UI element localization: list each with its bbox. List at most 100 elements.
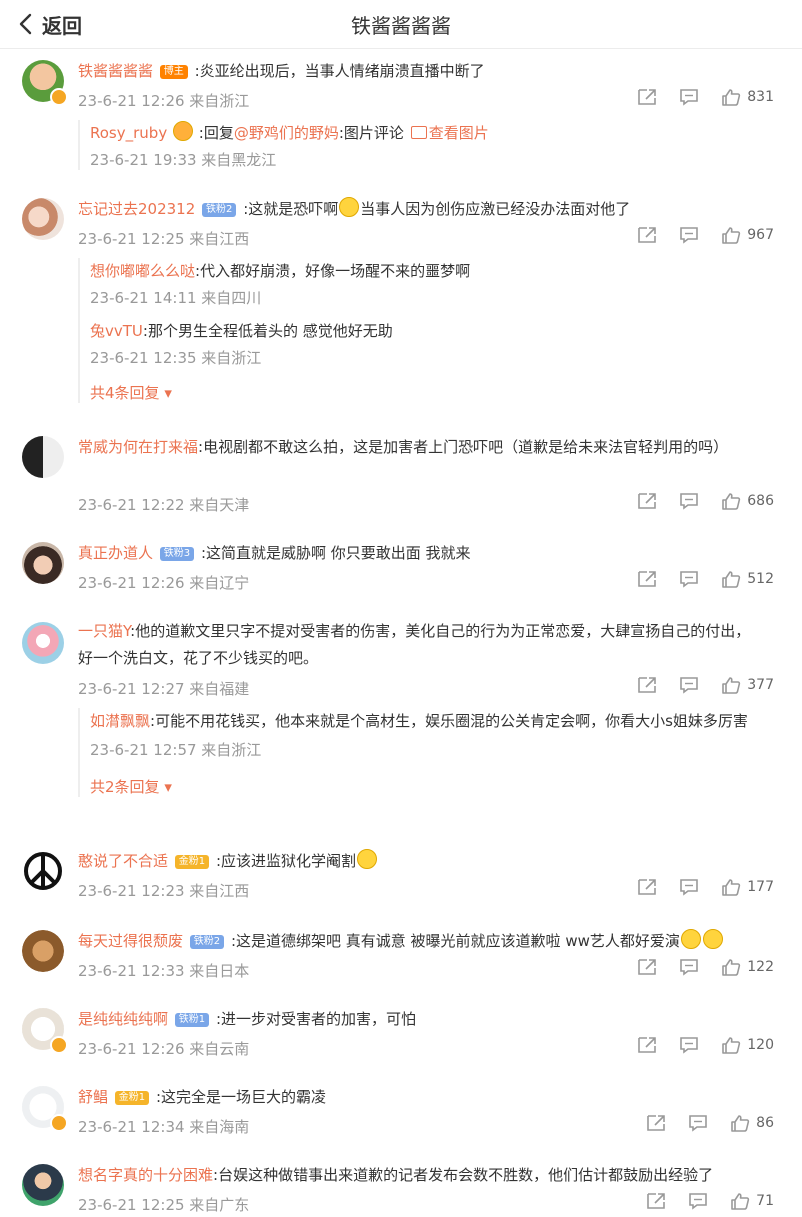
like-button[interactable]: 71 [730, 1192, 774, 1210]
reply-author[interactable]: 想你嘟嘟么么哒 [90, 262, 195, 280]
comment-actions: 120 [615, 1036, 774, 1054]
comment-icon [689, 1193, 707, 1210]
reply-text: :可能不用花钱买，他本来就是个高材生，娱乐圈混的公关肯定会啊，你看大小s姐妹多厉… [150, 712, 748, 730]
reply-button[interactable] [679, 1036, 699, 1054]
like-count: 377 [747, 677, 774, 693]
reply-author[interactable]: Rosy_ruby [90, 124, 167, 142]
avatar[interactable] [22, 1164, 64, 1206]
share-button[interactable] [637, 878, 657, 896]
reply-button[interactable] [688, 1114, 708, 1132]
mention-link[interactable]: @野鸡们的野妈 [234, 124, 339, 142]
like-button[interactable]: 512 [721, 570, 774, 588]
caret-down-icon: ▾ [159, 778, 172, 796]
avatar[interactable] [22, 930, 64, 972]
comment-text: 当事人因为创伤应激已经没办法面对他了 [360, 200, 631, 218]
like-button[interactable]: 122 [721, 958, 774, 976]
comment-text: :这是道德绑架吧 真有诚意 被曝光前就应该道歉啦 ww艺人都好爱演 [230, 932, 680, 950]
thumbs-up-icon [722, 677, 741, 694]
thinking-emoji-icon [357, 849, 378, 869]
peace-sign-icon [22, 850, 64, 892]
reply-text: :回复 [198, 124, 234, 142]
fan-badge: 铁粉3 [159, 547, 195, 561]
avatar[interactable] [22, 436, 64, 478]
comment-meta: 23-6-21 12:34 来自海南 [78, 1118, 250, 1136]
commenter-name[interactable]: 是纯纯纯纯啊 [78, 1010, 168, 1028]
fan-crown-icon [172, 121, 193, 141]
comment-icon [680, 493, 699, 510]
like-button[interactable]: 686 [721, 492, 774, 510]
share-button[interactable] [646, 1192, 666, 1210]
commenter-name[interactable]: 常威为何在打来福 [78, 438, 198, 456]
comment-icon [680, 227, 699, 244]
comment-text: :进一步对受害者的加害，可怕 [215, 1010, 417, 1028]
comment-text-line: 每天过得很颓废 铁粉2 :这是道德绑架吧 真有诚意 被曝光前就应该道歉啦 ww艺… [78, 928, 762, 955]
thumbs-up-icon [722, 959, 741, 976]
like-count: 831 [747, 89, 774, 105]
image-icon [410, 126, 427, 139]
reply-list: 如潸飘飘:可能不用花钱买，他本来就是个高材生，娱乐圈混的公关肯定会啊，你看大小s… [78, 708, 780, 797]
more-replies-label: 共4条回复 [90, 384, 160, 402]
comment-item: 铁酱酱酱酱 博主 :炎亚纶出现后，当事人情绪崩溃直播中断了 23-6-21 12… [0, 56, 802, 182]
comment-item: 憨说了不合适 金粉1 :应该进监狱化学阉割 23-6-21 12:23 来自江西… [0, 846, 802, 910]
like-button[interactable]: 831 [721, 88, 774, 106]
top-bar: 返回 铁酱酱酱酱 [0, 0, 802, 49]
like-button[interactable]: 967 [721, 226, 774, 244]
reply-button[interactable] [688, 1192, 708, 1210]
comment-text: :台娱这种做错事出来道歉的记者发布会数不胜数，他们估计都鼓励出经验了 [213, 1166, 714, 1184]
comment-text-line: 想名字真的十分困难:台娱这种做错事出来道歉的记者发布会数不胜数，他们估计都鼓励出… [78, 1162, 762, 1189]
share-button[interactable] [646, 1114, 666, 1132]
avatar[interactable] [22, 198, 64, 240]
reply-button[interactable] [679, 878, 699, 896]
comment-meta: 23-6-21 12:33 来自日本 [78, 962, 250, 980]
comment-icon [680, 959, 699, 976]
reply-meta: 23-6-21 12:35 来自浙江 [90, 349, 262, 367]
comment-text: :电视剧都不敢这么拍，这是加害者上门恐吓吧（道歉是给未来法官轻判用的吗） [198, 438, 729, 456]
reply-text-line: 如潸飘飘:可能不用花钱买，他本来就是个高材生，娱乐圈混的公关肯定会啊，你看大小s… [90, 708, 780, 735]
commenter-name[interactable]: 一只猫Y [78, 622, 130, 640]
reply-text: :那个男生全程低着头的 感觉他好无助 [142, 322, 393, 340]
commenter-name[interactable]: 想名字真的十分困难 [78, 1166, 213, 1184]
comment-actions: 177 [615, 878, 774, 896]
reply-button[interactable] [679, 570, 699, 588]
reply-button[interactable] [679, 676, 699, 694]
reply-button[interactable] [679, 226, 699, 244]
reply-author[interactable]: 兔vvTU [90, 322, 143, 340]
comment-text-line: 憨说了不合适 金粉1 :应该进监狱化学阉割 [78, 848, 762, 875]
commenter-name[interactable]: 每天过得很颓废 [78, 932, 183, 950]
avatar[interactable] [22, 542, 64, 584]
like-button[interactable]: 377 [721, 676, 774, 694]
like-count: 71 [756, 1193, 774, 1209]
reply-author[interactable]: 如潸飘飘 [90, 712, 150, 730]
more-replies-link[interactable]: 共4条回复 ▾ [90, 382, 780, 403]
commenter-name[interactable]: 憨说了不合适 [78, 852, 168, 870]
commenter-name[interactable]: 铁酱酱酱酱 [78, 62, 153, 80]
laugh-emoji-icon [339, 197, 360, 217]
avatar[interactable] [22, 850, 64, 892]
share-button[interactable] [637, 958, 657, 976]
reply-button[interactable] [679, 958, 699, 976]
like-button[interactable]: 177 [721, 878, 774, 896]
verified-badge-icon [50, 88, 68, 106]
share-button[interactable] [637, 492, 657, 510]
fan-badge: 金粉1 [114, 1091, 150, 1105]
commenter-name[interactable]: 真正办道人 [78, 544, 153, 562]
share-button[interactable] [637, 570, 657, 588]
commenter-name[interactable]: 舒鲳 [78, 1088, 108, 1106]
comment-item: 忘记过去202312 铁粉2 :这就是恐吓啊 当事人因为创伤应激已经没办法面对他了… [0, 194, 802, 420]
reply-text: :代入都好崩溃，好像一场醒不来的噩梦啊 [195, 262, 471, 280]
like-button[interactable]: 120 [721, 1036, 774, 1054]
reply-button[interactable] [679, 88, 699, 106]
avatar[interactable] [22, 622, 64, 664]
comment-icon [689, 1115, 707, 1132]
share-button[interactable] [637, 676, 657, 694]
reply-button[interactable] [679, 492, 699, 510]
share-button[interactable] [637, 1036, 657, 1054]
share-button[interactable] [637, 226, 657, 244]
commenter-name[interactable]: 忘记过去202312 [78, 200, 195, 218]
like-button[interactable]: 86 [730, 1114, 774, 1132]
more-replies-link[interactable]: 共2条回复 ▾ [90, 776, 780, 797]
share-icon [638, 89, 657, 105]
comment-item: 舒鲳 金粉1 :这完全是一场巨大的霸凌 23-6-21 12:34 来自海南 8… [0, 1082, 802, 1146]
share-button[interactable] [637, 88, 657, 106]
view-image-link[interactable]: 查看图片 [429, 124, 489, 142]
